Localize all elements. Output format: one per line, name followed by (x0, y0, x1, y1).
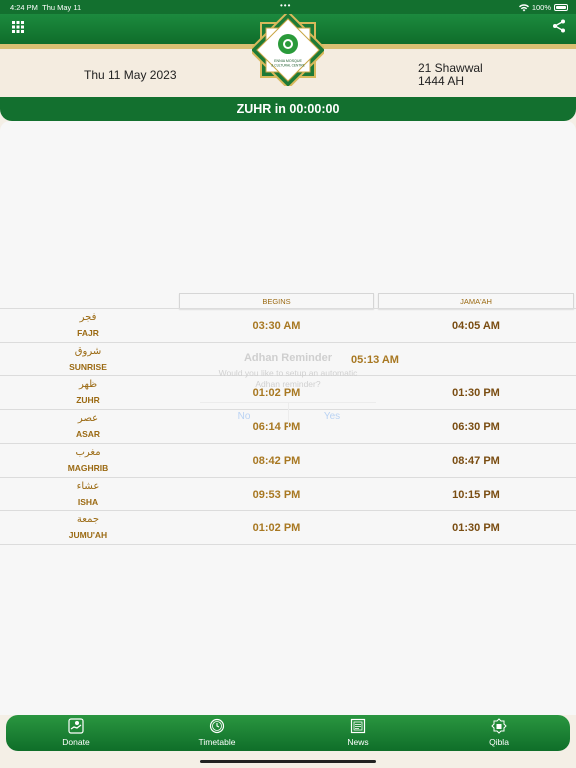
prayer-arabic-name: جمعة (76, 514, 100, 525)
status-right: 100% (518, 3, 568, 12)
jamaah-time: 04:05 AM (452, 320, 500, 332)
svg-text:ENNIA MOSQUE: ENNIA MOSQUE (274, 59, 302, 63)
tab-donate[interactable]: Donate (36, 715, 116, 751)
prayer-name: FAJR (77, 328, 99, 338)
next-prayer-countdown: ZUHR in 00:00:00 (0, 97, 576, 121)
prayer-arabic-name: شروق (74, 346, 102, 357)
prayer-row-fajr: فجر FAJR 03:30 AM 04:05 AM (0, 308, 576, 342)
begins-time: 08:42 PM (252, 455, 301, 467)
prayer-arabic-name: مغرب (75, 447, 101, 458)
multitasking-dots[interactable]: ••• (280, 1, 291, 10)
tab-news[interactable]: News (318, 715, 398, 751)
adhan-reminder-dialog: Adhan Reminder Would you like to setup a… (200, 346, 376, 428)
prayer-row-isha: عشاء ISHA 09:53 PM 10:15 PM (0, 477, 576, 511)
tab-label: Timetable (198, 737, 236, 747)
donate-icon (68, 718, 84, 734)
prayer-arabic-name: عصر (77, 413, 99, 424)
prayer-arabic-name: فجر (79, 312, 97, 323)
prayer-name: MAGHRIB (67, 463, 109, 473)
jamaah-time: 01:30 PM (452, 522, 500, 534)
svg-text:& CULTURAL CENTRE: & CULTURAL CENTRE (271, 64, 304, 68)
prayer-row-jumuah: جمعة JUMU'AH 01:02 PM 01:30 PM (0, 510, 576, 544)
dialog-message: Would you like to setup an automatic Adh… (218, 368, 358, 389)
wifi-icon (518, 3, 529, 11)
prayer-name: ASAR (75, 429, 101, 439)
begins-time: 09:53 PM (252, 489, 301, 501)
prayer-name: ISHA (77, 497, 99, 507)
share-icon[interactable] (552, 19, 566, 33)
qibla-icon (491, 718, 507, 734)
prayer-arabic-name: ظهر (78, 379, 98, 390)
tab-label: Qibla (489, 737, 509, 747)
home-indicator[interactable] (200, 760, 376, 763)
prayer-name: JUMU'AH (68, 530, 108, 540)
grid-menu-icon[interactable] (12, 21, 24, 33)
status-time: 4:24 PM Thu May 11 (10, 3, 82, 12)
jamaah-time: 01:30 PM (452, 387, 500, 399)
prayer-row-maghrib: مغرب MAGHRIB 08:42 PM 08:47 PM (0, 443, 576, 477)
jamaah-time: 08:47 PM (452, 455, 500, 467)
hijri-year: 1444 AH (418, 74, 465, 88)
prayer-name: ZUHR (76, 395, 100, 405)
news-icon (350, 718, 366, 734)
begins-time: 01:02 PM (252, 522, 301, 534)
dialog-title: Adhan Reminder (243, 352, 332, 364)
status-bar: 4:24 PM Thu May 11 ••• 100% (0, 0, 576, 14)
tab-label: News (347, 737, 369, 747)
table-bottom-divider (0, 544, 576, 545)
prayer-name: SUNRISE (69, 362, 107, 372)
column-header-jamaah: JAMA'AH (378, 293, 574, 309)
hijri-date: 21 Shawwal 1444 AH (418, 62, 483, 88)
bottom-tab-bar: Donate Timetable News Qibla (6, 715, 570, 751)
dialog-no-button[interactable]: No (200, 411, 288, 422)
jamaah-time: 10:15 PM (452, 489, 500, 501)
begins-time: 03:30 AM (252, 320, 301, 332)
tab-qibla[interactable]: Qibla (459, 715, 539, 751)
prayer-arabic-name: عشاء (76, 481, 100, 492)
tab-timetable[interactable]: Timetable (177, 715, 257, 751)
mosque-logo: ENNIA MOSQUE & CULTURAL CENTRE (252, 14, 324, 86)
jamaah-time: 06:30 PM (452, 421, 500, 433)
column-header-begins: BEGINS (179, 293, 374, 309)
clock-icon (209, 718, 225, 734)
gregorian-date: Thu 11 May 2023 (84, 68, 177, 82)
battery-icon (554, 4, 568, 11)
dialog-yes-button[interactable]: Yes (288, 411, 376, 422)
tab-label: Donate (62, 737, 90, 747)
battery-percent: 100% (531, 3, 551, 12)
